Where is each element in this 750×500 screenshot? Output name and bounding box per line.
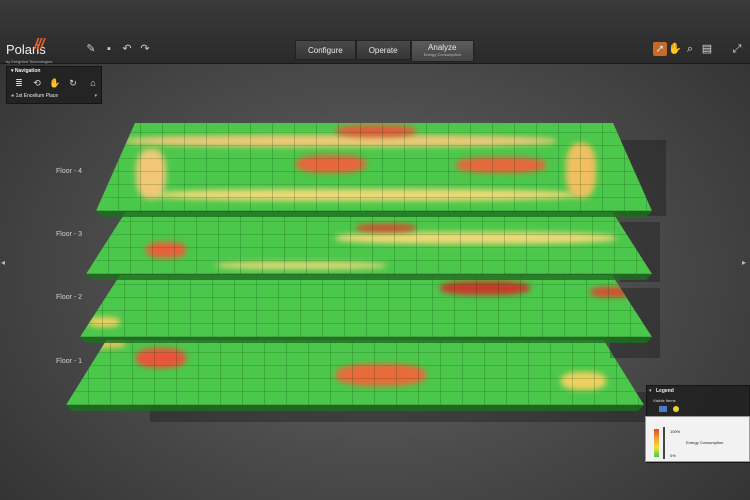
navigation-title-label: Navigation bbox=[14, 68, 41, 74]
floor-2-label: Floor - 2 bbox=[56, 294, 83, 301]
location-selector[interactable]: ♣ 1st Encelium Place bbox=[11, 93, 58, 99]
floor-3-heatmap bbox=[86, 212, 652, 274]
save-icon[interactable]: ▪ bbox=[102, 42, 116, 56]
energy-gradient-bar bbox=[654, 429, 659, 457]
heat-spot bbox=[336, 232, 616, 244]
heat-spot bbox=[590, 287, 635, 297]
floor-4-plan[interactable] bbox=[96, 123, 652, 217]
floor-1-plan[interactable] bbox=[66, 340, 644, 411]
floor-4-heatmap bbox=[96, 123, 652, 211]
heat-spot bbox=[146, 242, 186, 258]
application-window: Polaris /// by Enlighted Technologies ✎ … bbox=[0, 0, 750, 500]
tab-analyze[interactable]: Analyze Energy Consumption bbox=[410, 40, 474, 62]
legend-scale: 100% 0% Energy Consumption bbox=[645, 416, 750, 462]
scale-slider[interactable] bbox=[663, 427, 665, 459]
mode-tabs: Configure Operate Analyze Energy Consump… bbox=[295, 40, 474, 62]
navigation-title[interactable]: ▾ Navigation bbox=[11, 68, 40, 74]
scroll-left-icon[interactable]: ◂ bbox=[1, 258, 5, 267]
scale-max-label: 100% bbox=[670, 429, 681, 434]
zoom-icon[interactable]: ⌕ bbox=[683, 42, 697, 56]
heat-spot bbox=[136, 149, 166, 199]
app-byline: by Enlighted Technologies bbox=[6, 59, 53, 64]
scroll-right-icon[interactable]: ▸ bbox=[742, 258, 746, 267]
rotate-icon[interactable]: ⟲ bbox=[31, 77, 43, 89]
home-icon[interactable]: ⌂ bbox=[87, 77, 99, 89]
heat-spot bbox=[561, 372, 606, 390]
visible-items-label: Visible Items bbox=[653, 398, 676, 403]
floor-2-plan[interactable] bbox=[80, 275, 652, 343]
floor-1-edge bbox=[66, 405, 644, 411]
floor-3-plan[interactable] bbox=[86, 212, 652, 280]
heat-spot bbox=[440, 281, 530, 295]
heat-spot bbox=[566, 143, 596, 198]
legend-title: Legend bbox=[656, 388, 674, 394]
floor-4-label: Floor - 4 bbox=[56, 168, 83, 175]
top-toolbar: Polaris /// by Enlighted Technologies ✎ … bbox=[0, 0, 750, 64]
tab-analyze-sublabel: Energy Consumption bbox=[423, 52, 461, 57]
properties-icon[interactable]: ▤ bbox=[700, 42, 714, 56]
heat-spot bbox=[156, 189, 576, 201]
floor-3-label: Floor - 3 bbox=[56, 231, 83, 238]
tab-configure[interactable]: Configure bbox=[295, 40, 356, 60]
pan-hand-icon[interactable]: ✋ bbox=[668, 42, 682, 56]
scale-min-label: 0% bbox=[670, 453, 676, 458]
collapse-icon[interactable]: ▾ bbox=[649, 388, 652, 394]
floors-icon[interactable]: ≣ bbox=[13, 77, 25, 89]
location-label: 1st Encelium Place bbox=[15, 93, 59, 99]
heat-spot bbox=[296, 155, 366, 173]
floor-4-edge bbox=[96, 211, 652, 217]
heat-spot bbox=[336, 125, 416, 137]
tab-operate[interactable]: Operate bbox=[355, 40, 411, 60]
building-icon: ♣ bbox=[11, 93, 15, 99]
layer-icon[interactable] bbox=[659, 406, 667, 412]
floor-3-edge bbox=[86, 274, 652, 280]
chevron-down-icon[interactable]: ▾ bbox=[94, 93, 97, 99]
heat-spot bbox=[126, 135, 556, 147]
navigation-panel: ▾ Navigation ≣ ⟲ ✋ ↻ ⌂ ♣ 1st Encelium Pl… bbox=[6, 66, 102, 104]
pencil-icon[interactable]: ✎ bbox=[84, 42, 98, 56]
floor-2-edge bbox=[80, 337, 652, 343]
expand-icon[interactable]: ⤢ bbox=[730, 42, 744, 56]
select-pointer-icon[interactable]: ➚ bbox=[653, 42, 667, 56]
floor-1-heatmap bbox=[66, 340, 644, 405]
tab-analyze-label: Analyze bbox=[428, 43, 457, 52]
floor-1-label: Floor - 1 bbox=[56, 358, 83, 365]
logo-mark-icon: /// bbox=[34, 36, 44, 53]
heat-spot bbox=[88, 317, 120, 327]
heat-spot bbox=[216, 262, 386, 269]
floor-2-heatmap bbox=[80, 275, 652, 337]
undo-icon[interactable]: ↶ bbox=[120, 42, 134, 56]
orbit-icon[interactable]: ↻ bbox=[67, 77, 79, 89]
redo-icon[interactable]: ↷ bbox=[138, 42, 152, 56]
heat-spot bbox=[456, 157, 546, 173]
pan-icon[interactable]: ✋ bbox=[49, 77, 61, 89]
metric-label: Energy Consumption bbox=[686, 440, 724, 445]
heat-spot bbox=[336, 364, 426, 386]
bulb-icon[interactable] bbox=[673, 406, 679, 412]
heat-spot bbox=[356, 224, 416, 232]
heat-spot bbox=[136, 348, 186, 368]
